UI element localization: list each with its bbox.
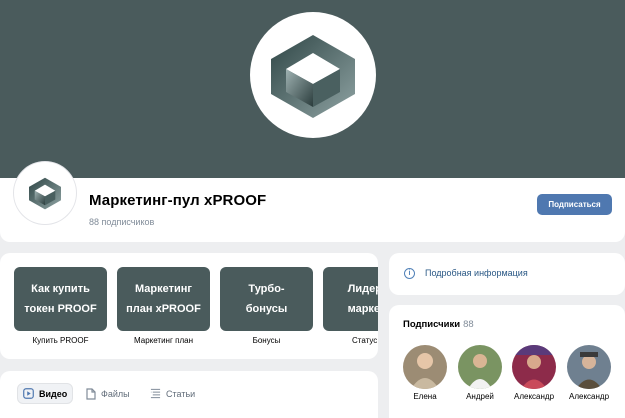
avatar[interactable] — [567, 345, 611, 389]
article-icon — [150, 388, 161, 399]
menu-caption: Статус — [352, 336, 378, 345]
menu-caption: Маркетинг план — [134, 336, 193, 345]
avatar[interactable] — [458, 345, 502, 389]
menu-caption: Купить PROOF — [32, 336, 89, 345]
avatar[interactable] — [512, 345, 556, 389]
tab-label: Файлы — [101, 388, 130, 399]
tab-files[interactable]: Файлы — [86, 383, 130, 404]
cover-image — [0, 0, 625, 180]
subscriber-name[interactable]: Андрей — [450, 392, 510, 401]
file-icon — [86, 387, 96, 400]
person-photo-icon — [512, 345, 556, 389]
avatar[interactable] — [403, 345, 447, 389]
menu-tile-leaders[interactable]: Лидеры маркета — [323, 267, 378, 331]
menu-caption: Бонусы — [252, 336, 281, 345]
menu-tile-buy-proof[interactable]: Как купить токен PROOF — [14, 267, 107, 331]
subscribers-heading[interactable]: Подписчики 88 — [403, 319, 474, 330]
info-icon: i — [404, 268, 415, 279]
tab-articles[interactable]: Статьи — [150, 383, 195, 404]
page-title: Маркетинг-пул xPROOF — [89, 192, 267, 209]
tab-video[interactable]: Видео — [17, 383, 74, 404]
menu-tile-marketing-plan[interactable]: Маркетинг план xPROOF — [117, 267, 210, 331]
tab-label: Видео — [39, 388, 68, 399]
tab-label: Статьи — [166, 388, 196, 399]
profile-header — [0, 178, 625, 242]
menu-tile-turbo-bonuses[interactable]: Турбо- бонусы — [220, 267, 313, 331]
cube-logo-icon — [271, 35, 355, 118]
subscribers-title: Подписчики — [403, 319, 461, 330]
person-photo-icon — [458, 345, 502, 389]
cube-logo-icon — [29, 177, 61, 210]
person-photo-icon — [567, 345, 611, 389]
details-link[interactable]: Подробная информация — [425, 268, 528, 278]
subscriber-name[interactable]: Елена — [395, 392, 455, 401]
subscribers-count: 88 — [463, 319, 474, 330]
cover-logo — [250, 12, 376, 138]
person-photo-icon — [403, 345, 447, 389]
subscriber-count[interactable]: 88 подписчиков — [89, 217, 154, 227]
group-avatar[interactable] — [14, 162, 76, 224]
subscribe-button[interactable]: Подписаться — [537, 194, 612, 215]
video-icon — [23, 388, 34, 399]
subscriber-name[interactable]: Александр — [559, 392, 619, 401]
subscriber-name[interactable]: Александр — [504, 392, 564, 401]
